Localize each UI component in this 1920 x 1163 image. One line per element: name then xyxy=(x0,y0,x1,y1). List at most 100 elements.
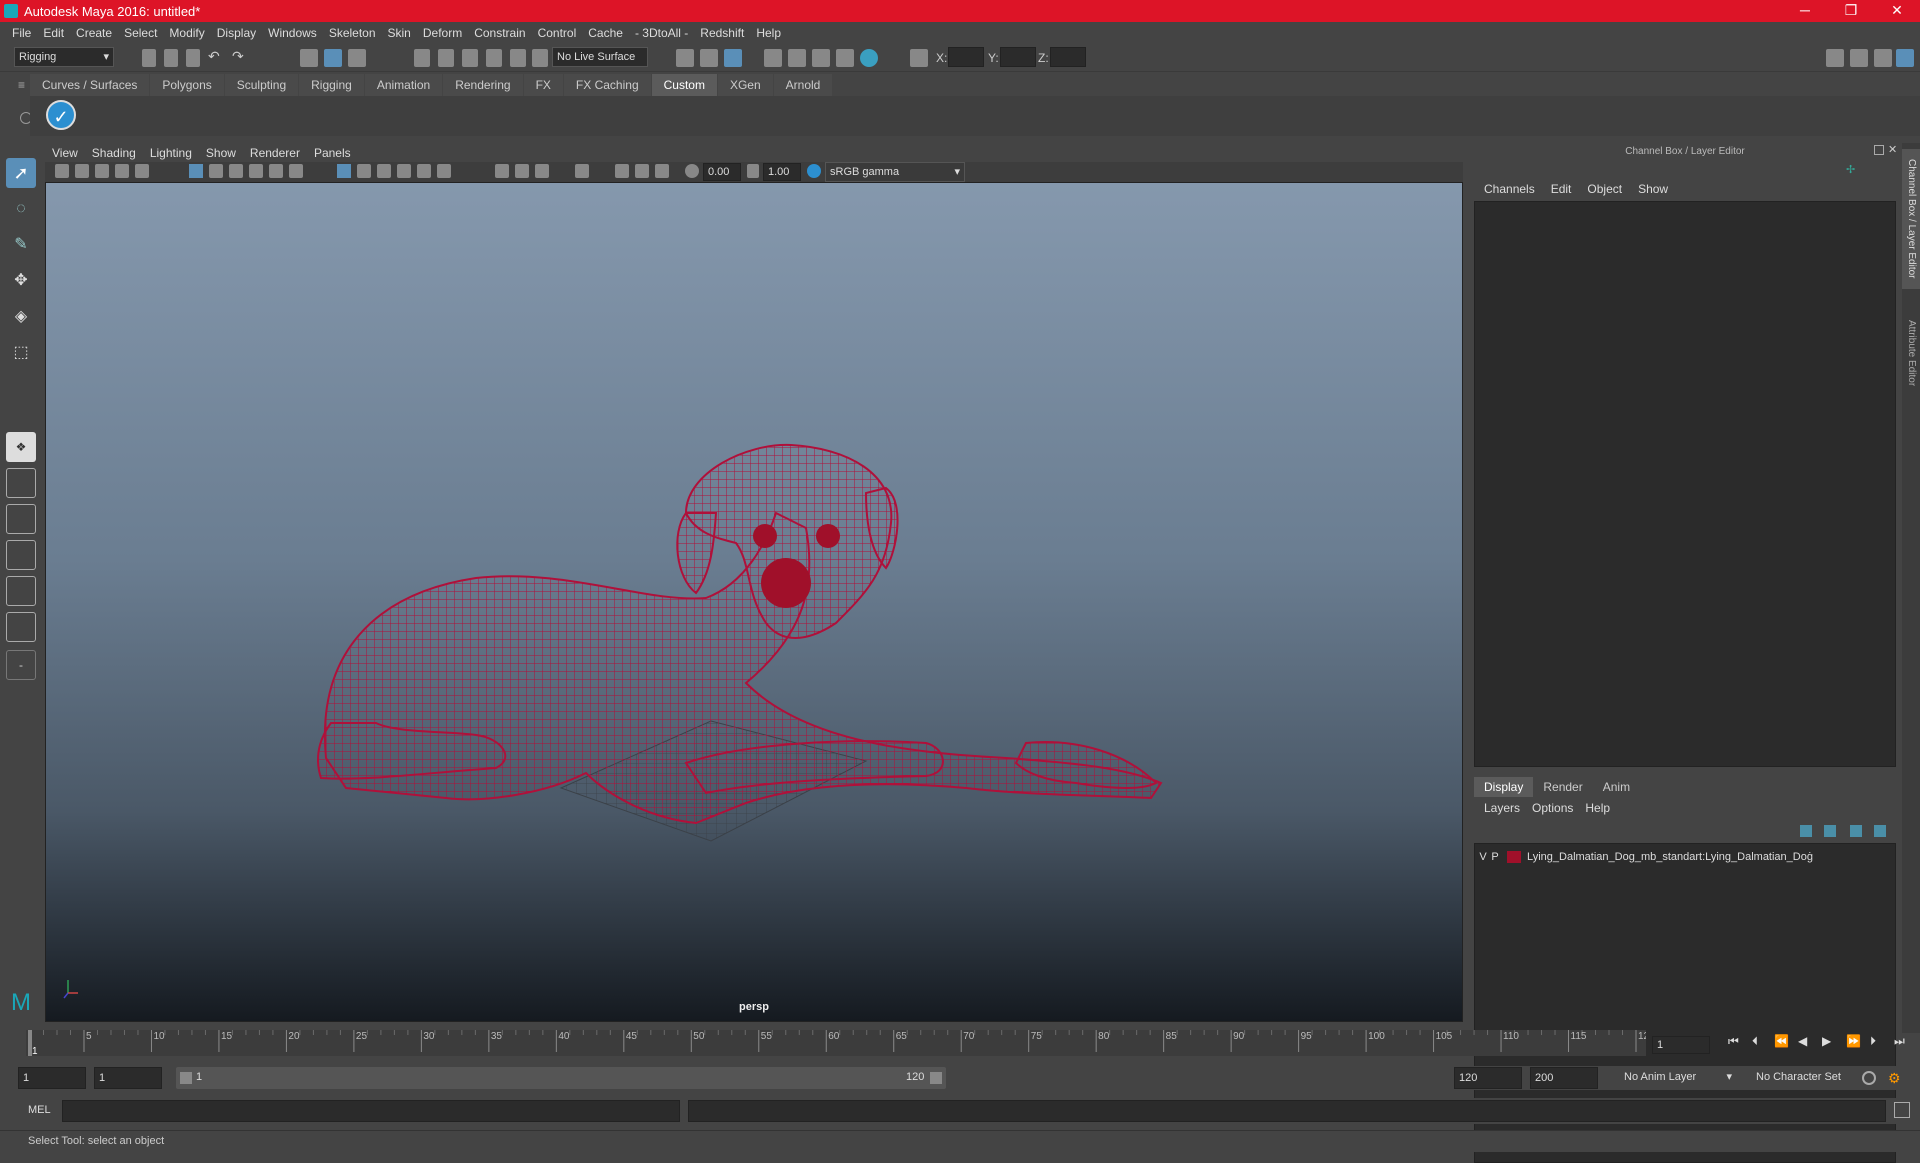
custom-shelf-checkmark-icon[interactable]: ✓ xyxy=(46,100,76,130)
scale-tool-icon[interactable]: ⬚ xyxy=(6,338,36,368)
snap-view-plane-icon[interactable] xyxy=(510,49,526,67)
textured-icon[interactable] xyxy=(397,164,411,178)
select-hierarchy-icon[interactable] xyxy=(300,49,318,67)
camera-icon[interactable] xyxy=(55,164,69,178)
menu-skin[interactable]: Skin xyxy=(382,26,417,40)
menu-deform[interactable]: Deform xyxy=(417,26,468,40)
hypershade-icon[interactable] xyxy=(788,49,806,67)
step-back-key-icon[interactable]: ⏴ xyxy=(1752,1034,1758,1049)
snap-projected-icon[interactable] xyxy=(486,49,502,67)
select-object-icon[interactable] xyxy=(324,49,342,67)
persp-outliner-layout-icon[interactable] xyxy=(6,504,36,534)
shelf-tab-custom[interactable]: Custom xyxy=(651,74,717,96)
layer-tab-anim[interactable]: Anim xyxy=(1593,777,1640,797)
color-space-select[interactable]: sRGB gamma ▾ xyxy=(825,162,965,182)
close-panel-icon[interactable]: ✕ xyxy=(1888,143,1897,156)
range-slider[interactable]: 1 120 xyxy=(176,1067,946,1089)
shelf-tab-fx-caching[interactable]: FX Caching xyxy=(563,74,651,96)
animation-start-field[interactable]: 1 xyxy=(18,1067,86,1089)
snap-point-icon[interactable] xyxy=(462,49,478,67)
shadows-icon[interactable] xyxy=(437,164,451,178)
menu-cache[interactable]: Cache xyxy=(582,26,629,40)
menu-skeleton[interactable]: Skeleton xyxy=(323,26,382,40)
snap-grid-icon[interactable] xyxy=(414,49,430,67)
open-scene-icon[interactable] xyxy=(164,49,178,67)
maximize-button[interactable]: ❐ xyxy=(1828,0,1874,22)
film-gate-icon[interactable] xyxy=(209,164,223,178)
range-end-handle[interactable] xyxy=(930,1072,942,1084)
menu-modify[interactable]: Modify xyxy=(163,26,210,40)
snap-live-icon[interactable] xyxy=(532,49,548,67)
layer-name[interactable]: Lying_Dalmatian_Dog_mb_standart:Lying_Da… xyxy=(1527,851,1817,863)
shelf-tab-rigging[interactable]: Rigging xyxy=(299,74,364,96)
layer-menu-help[interactable]: Help xyxy=(1579,798,1616,818)
layer-playback-toggle[interactable]: P xyxy=(1489,851,1501,863)
light-editor-icon[interactable] xyxy=(860,49,878,67)
viewport-menu-show[interactable]: Show xyxy=(199,143,243,163)
layer-tab-render[interactable]: Render xyxy=(1533,777,1592,797)
minimize-button[interactable]: ─ xyxy=(1782,0,1828,22)
shelf-tab-arnold[interactable]: Arnold xyxy=(773,74,833,96)
live-surface-field[interactable]: No Live Surface xyxy=(552,47,648,67)
ipr-render-icon[interactable] xyxy=(724,49,742,67)
side-tab-channel-box[interactable]: Channel Box / Layer Editor xyxy=(1902,149,1920,289)
channel-box-menu-edit[interactable]: Edit xyxy=(1543,179,1580,199)
isolate-select-icon[interactable] xyxy=(575,164,589,178)
grid-icon[interactable] xyxy=(189,164,203,178)
exposure-icon[interactable] xyxy=(685,164,699,178)
command-language-label[interactable]: MEL xyxy=(28,1104,51,1116)
step-forward-frame-icon[interactable]: ⏩ xyxy=(1846,1034,1861,1048)
render-view-icon[interactable] xyxy=(812,49,830,67)
new-empty-layer-icon[interactable] xyxy=(1850,825,1862,837)
shelf-tab-polygons[interactable]: Polygons xyxy=(150,74,224,96)
color-management-icon[interactable] xyxy=(807,164,821,178)
modeling-toolkit-icon[interactable] xyxy=(1826,49,1844,67)
smooth-shade-icon[interactable] xyxy=(357,164,371,178)
menu-create[interactable]: Create xyxy=(70,26,118,40)
undo-icon[interactable]: ↶ xyxy=(208,48,226,66)
mode-select[interactable]: Rigging ▾ xyxy=(14,47,114,67)
shelf-tab-rendering[interactable]: Rendering xyxy=(443,74,523,96)
motion-blur-icon[interactable] xyxy=(515,164,529,178)
transform-mode-icon[interactable] xyxy=(910,49,928,67)
layer-menu-layers[interactable]: Layers xyxy=(1478,798,1526,818)
exposure-field[interactable]: 0.00 xyxy=(703,163,741,181)
tool-settings-toggle-icon[interactable] xyxy=(1874,49,1892,67)
play-backwards-icon[interactable]: ◀ xyxy=(1798,1034,1807,1048)
xray-icon[interactable] xyxy=(615,164,629,178)
step-back-frame-icon[interactable]: ⏪ xyxy=(1774,1034,1789,1048)
resolution-gate-icon[interactable] xyxy=(229,164,243,178)
shelf-tab-curves-surfaces[interactable]: Curves / Surfaces xyxy=(30,74,150,96)
move-tool-icon[interactable]: ✥ xyxy=(6,266,36,296)
y-coordinate-field[interactable] xyxy=(1000,47,1036,67)
lasso-tool-icon[interactable]: ◌ xyxy=(6,194,36,224)
animation-preferences-icon[interactable]: ⚙ xyxy=(1888,1070,1904,1086)
shelf-tab-xgen[interactable]: XGen xyxy=(717,74,773,96)
persp-hypershade-layout-icon[interactable] xyxy=(6,576,36,606)
menu-edit[interactable]: Edit xyxy=(37,26,70,40)
persp-graph-layout-icon[interactable] xyxy=(6,540,36,570)
menu-constrain[interactable]: Constrain xyxy=(468,26,531,40)
field-chart-icon[interactable] xyxy=(269,164,283,178)
menu-windows[interactable]: Windows xyxy=(262,26,323,40)
channel-box-menu-show[interactable]: Show xyxy=(1630,179,1676,199)
viewport-menu-panels[interactable]: Panels xyxy=(307,143,358,163)
channel-box-content[interactable] xyxy=(1474,201,1896,767)
screen-space-ao-icon[interactable] xyxy=(495,164,509,178)
shelf-tab-animation[interactable]: Animation xyxy=(364,74,443,96)
layer-tab-display[interactable]: Display xyxy=(1474,777,1534,797)
single-perspective-layout-icon[interactable]: ❖ xyxy=(6,432,36,462)
float-panel-icon[interactable] xyxy=(1874,145,1884,155)
paint-select-tool-icon[interactable]: ✎ xyxy=(6,230,36,260)
four-view-layout-icon[interactable] xyxy=(6,468,36,498)
menu-help[interactable]: Help xyxy=(750,26,787,40)
render-current-icon[interactable] xyxy=(700,49,718,67)
default-material-icon[interactable] xyxy=(377,164,391,178)
go-to-end-icon[interactable]: ⏭ xyxy=(1894,1034,1905,1049)
layer-visibility-toggle[interactable]: V xyxy=(1477,851,1489,863)
shelf-tab-sculpting[interactable]: Sculpting xyxy=(224,74,299,96)
redo-icon[interactable]: ↷ xyxy=(232,48,250,66)
channel-box-menu-channels[interactable]: Channels xyxy=(1476,179,1543,199)
camera-attributes-icon[interactable] xyxy=(75,164,89,178)
layer-row[interactable]: V P Lying_Dalmatian_Dog_mb_standart:Lyin… xyxy=(1477,848,1893,866)
